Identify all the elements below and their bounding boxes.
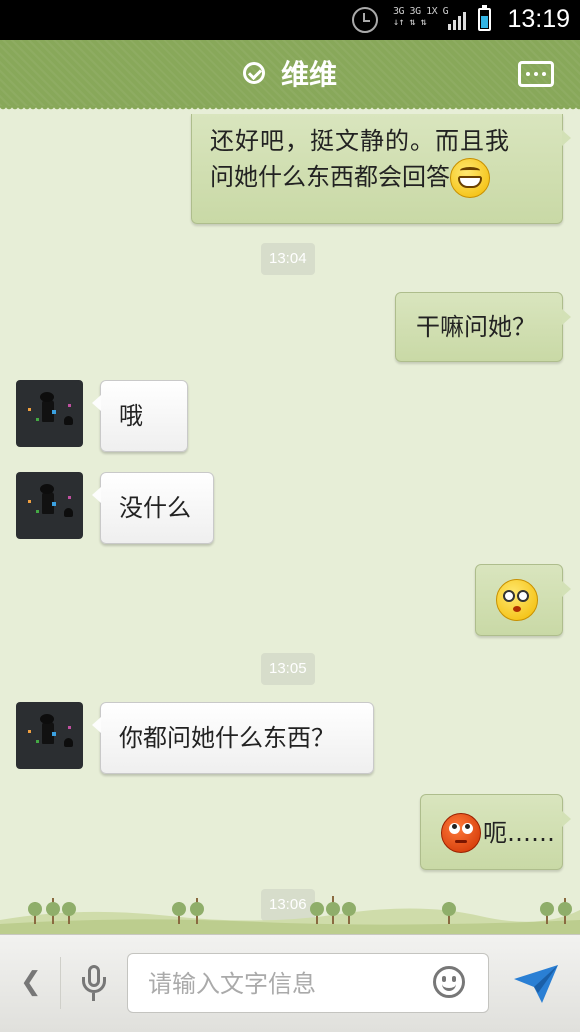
dizzy-emoji bbox=[496, 579, 538, 621]
timestamp: 13:05 bbox=[261, 653, 315, 685]
more-options-icon[interactable] bbox=[518, 61, 554, 87]
message-text: 问她什么东西都会回答 bbox=[210, 163, 450, 191]
input-bar: ❮ bbox=[0, 934, 580, 1032]
awkward-emoji bbox=[441, 813, 481, 853]
message-bubble-sent[interactable]: 干嘛问她？ bbox=[395, 292, 571, 362]
alarm-icon bbox=[352, 7, 378, 33]
back-chevron-icon[interactable]: ❮ bbox=[20, 969, 42, 995]
battery-charging-icon bbox=[478, 5, 491, 31]
message-bubble-received[interactable]: 没什么 bbox=[92, 472, 214, 544]
message-text: 还好吧，挺文静的。而且我 bbox=[210, 127, 510, 155]
message-input[interactable] bbox=[146, 964, 420, 1004]
grin-emoji bbox=[450, 158, 490, 198]
message-line: 问她什么东西都会回答 bbox=[210, 158, 544, 198]
message-bubble-sent[interactable]: 呃…… bbox=[420, 794, 571, 870]
network-type-label: 3G 3G 1X G bbox=[393, 6, 449, 17]
landscape-decoration bbox=[0, 880, 580, 934]
message-text: 呃…… bbox=[483, 819, 555, 847]
message-text: 你都问她什么东西？ bbox=[119, 724, 335, 752]
message-bubble-received[interactable]: 你都问她什么东西？ bbox=[92, 702, 374, 774]
verified-check-icon bbox=[242, 62, 265, 84]
contact-avatar[interactable] bbox=[16, 380, 83, 447]
timestamp: 13:04 bbox=[261, 243, 315, 275]
message-input-field[interactable] bbox=[127, 953, 489, 1013]
microphone-icon[interactable] bbox=[80, 963, 108, 1005]
message-text: 没什么 bbox=[119, 494, 191, 522]
send-icon[interactable] bbox=[512, 963, 560, 1005]
network-type-indicator: 3G 3G 1X G ↓↑ ⇅ ⇅ bbox=[393, 6, 449, 28]
contact-avatar[interactable] bbox=[16, 702, 83, 769]
chat-header: 维维 bbox=[0, 40, 580, 112]
contact-avatar[interactable] bbox=[16, 472, 83, 539]
message-bubble-sent[interactable] bbox=[475, 564, 571, 636]
chat-area[interactable]: 还好吧，挺文静的。而且我 问她什么东西都会回答 13:04 干嘛问她？ 哦 没什… bbox=[0, 106, 580, 934]
divider bbox=[60, 957, 61, 1009]
status-bar: 3G 3G 1X G ↓↑ ⇅ ⇅ 13:19 bbox=[0, 0, 580, 40]
title-wrap: 维维 bbox=[0, 40, 580, 106]
signal-icon bbox=[448, 10, 470, 30]
message-text: 哦 bbox=[119, 402, 143, 430]
status-time: 13:19 bbox=[507, 5, 570, 33]
chat-title: 维维 bbox=[280, 58, 337, 91]
message-text: 干嘛问她？ bbox=[416, 313, 536, 341]
emoji-icon[interactable] bbox=[433, 966, 465, 998]
hills-graphic bbox=[0, 908, 580, 934]
message-bubble-sent[interactable]: 还好吧，挺文静的。而且我 问她什么东西都会回答 bbox=[191, 114, 571, 224]
network-activity-label: ↓↑ ⇅ ⇅ bbox=[393, 17, 427, 28]
message-bubble-received[interactable]: 哦 bbox=[92, 380, 188, 452]
